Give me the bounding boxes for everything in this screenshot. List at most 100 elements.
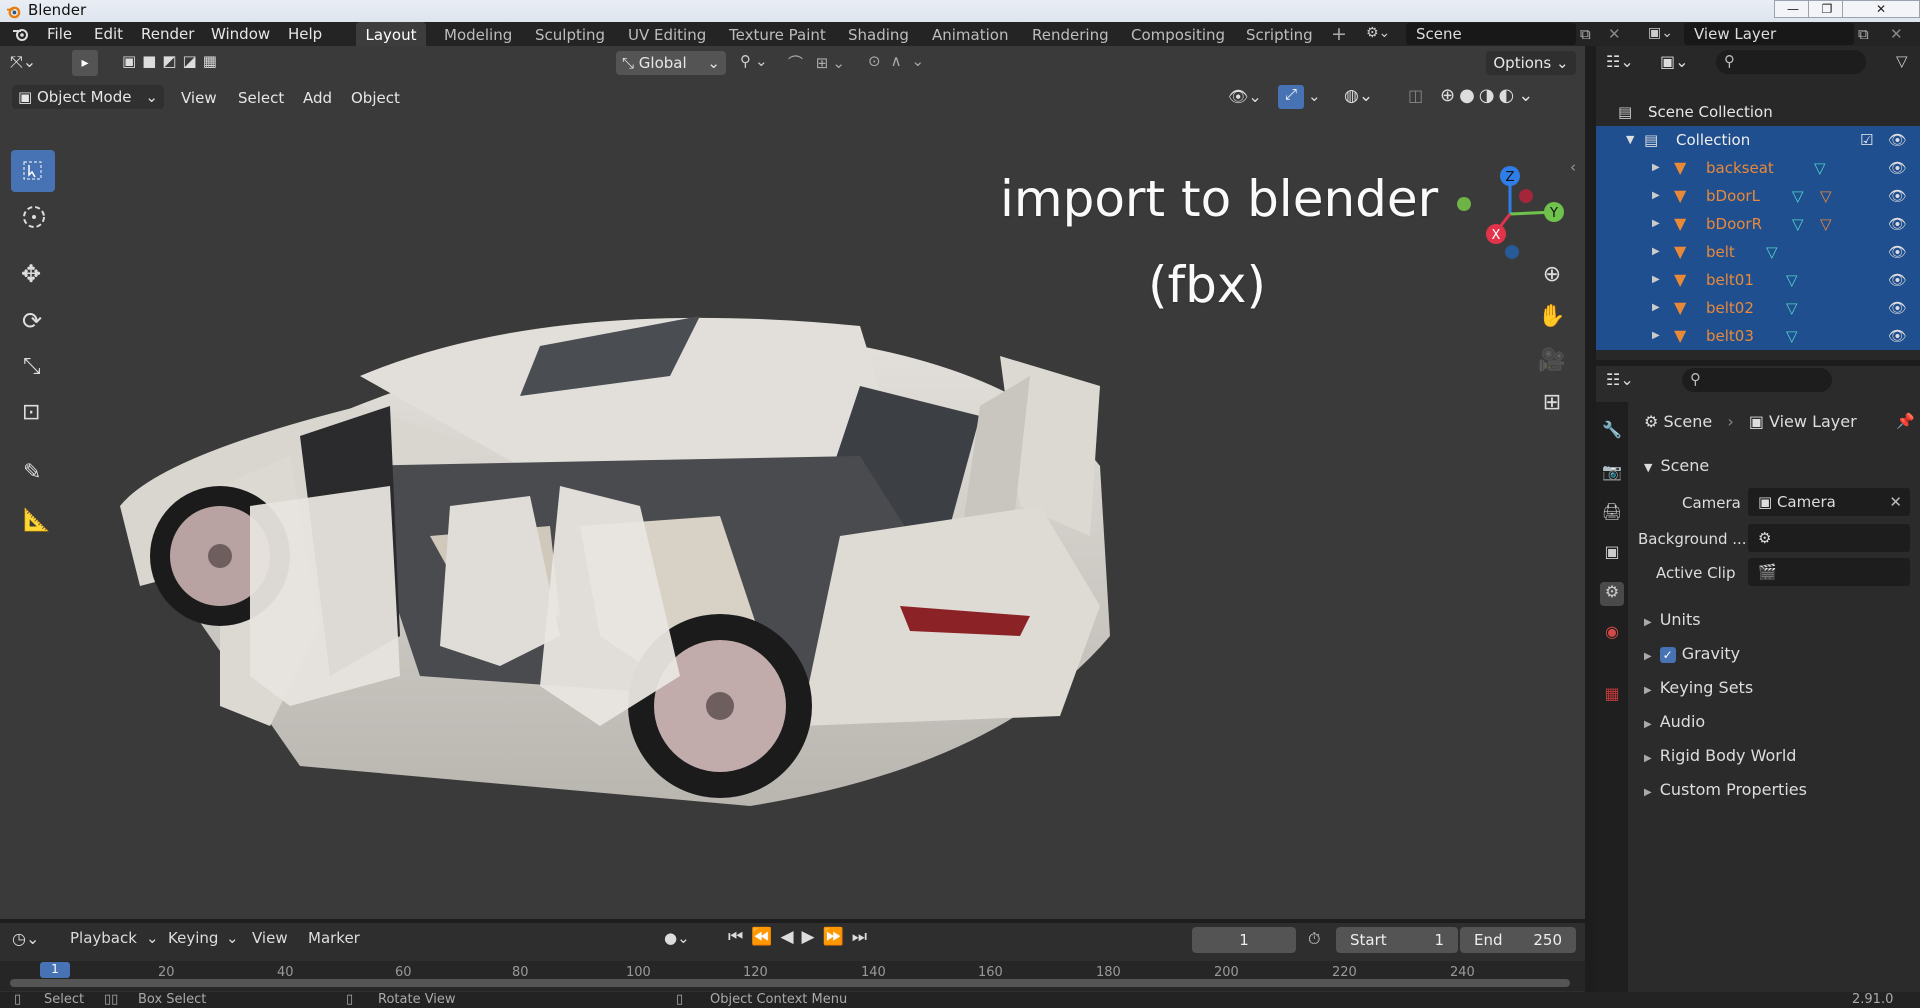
- scene-selector[interactable]: Scene: [1406, 23, 1576, 45]
- editor-type-icon[interactable]: ⤧⌄: [10, 52, 36, 72]
- audio-panel-header[interactable]: ▶ Audio: [1644, 712, 1705, 731]
- options-dropdown[interactable]: Options ⌄: [1486, 51, 1576, 75]
- eye-icon[interactable]: 👁: [1888, 294, 1907, 322]
- tab-uv-editing[interactable]: UV Editing: [628, 22, 706, 46]
- render-tab-icon[interactable]: 📷: [1600, 462, 1624, 486]
- outliner-row-collection[interactable]: ▼ ▤ Collection ☑ 👁: [1596, 126, 1920, 154]
- timeline-menu-marker[interactable]: Marker: [308, 929, 360, 947]
- record-icon[interactable]: ●⌄: [664, 929, 690, 947]
- playback-controls[interactable]: ⏮⏪◀▶⏩⏭: [728, 927, 875, 947]
- gizmo-toggle-icon[interactable]: ⤢: [1278, 85, 1304, 109]
- scene-panel-header[interactable]: ▼ Scene: [1644, 456, 1709, 475]
- tab-layout[interactable]: Layout: [356, 22, 426, 46]
- world-tab-icon[interactable]: ◉: [1600, 622, 1624, 646]
- add-workspace-icon[interactable]: +: [1331, 23, 1347, 45]
- texture-tab-icon[interactable]: ▦: [1600, 684, 1624, 708]
- tool-scale[interactable]: ⤡: [11, 348, 55, 390]
- viewport-menu-object[interactable]: Object: [351, 89, 400, 107]
- gravity-panel-header[interactable]: ▶ ✓ Gravity: [1644, 644, 1740, 663]
- viewport-menu-select[interactable]: Select: [238, 89, 284, 107]
- tool-rotate[interactable]: ⟳: [11, 302, 55, 344]
- eye-icon[interactable]: 👁: [1888, 238, 1907, 266]
- menu-file[interactable]: File: [47, 25, 72, 43]
- scene-tab-icon[interactable]: ⚙: [1600, 582, 1624, 606]
- xray-icon[interactable]: ◫: [1408, 86, 1423, 105]
- outliner-row-belt02[interactable]: ▶ ▼ belt02 ▽ 👁: [1596, 294, 1920, 322]
- camera-field[interactable]: ▣ Camera ✕: [1748, 488, 1910, 516]
- custom-properties-panel-header[interactable]: ▶ Custom Properties: [1644, 780, 1807, 799]
- outliner-row-backseat[interactable]: ▶ ▼ backseat ▽ 👁: [1596, 154, 1920, 182]
- visibility-icon[interactable]: 👁⌄: [1228, 87, 1262, 106]
- proportional-editing-icons[interactable]: ⊙∧⌄: [868, 52, 934, 70]
- timeline-menu-view[interactable]: View: [252, 929, 288, 947]
- outliner-display-mode-icon[interactable]: ▣⌄: [1660, 52, 1689, 71]
- properties-editor-type-icon[interactable]: ☷⌄: [1606, 370, 1634, 389]
- current-frame-field[interactable]: 1: [1192, 927, 1296, 953]
- outliner-row-bdoorl[interactable]: ▶ ▼ bDoorL ▽ ▽ 👁: [1596, 182, 1920, 210]
- 3d-viewport[interactable]: ⤧⌄ ▸ ▣■◩◪▦ ⤡ Global ⌄ ⚲⌄ ⌒ ⊞⌄ ⊙∧⌄ Options…: [0, 46, 1585, 919]
- tool-cursor[interactable]: [11, 196, 55, 238]
- tool-tab-icon[interactable]: 🔧: [1600, 420, 1624, 444]
- tool-measure[interactable]: 📐: [11, 502, 55, 544]
- tab-rendering[interactable]: Rendering: [1032, 22, 1109, 46]
- camera-view-icon[interactable]: 🎥: [1532, 348, 1572, 386]
- view-layer-browse-icon[interactable]: ▣⌄: [1648, 25, 1673, 41]
- rigid-body-world-panel-header[interactable]: ▶ Rigid Body World: [1644, 746, 1796, 765]
- minimize-button[interactable]: —: [1774, 0, 1812, 18]
- checkbox-icon[interactable]: ☑: [1860, 126, 1873, 154]
- maximize-button[interactable]: ❐: [1808, 0, 1846, 18]
- view-layer-selector[interactable]: View Layer: [1684, 23, 1854, 45]
- properties-search-input[interactable]: ⚲: [1682, 368, 1832, 392]
- timeline-scrollbar[interactable]: [10, 979, 1570, 987]
- viewport-menu-view[interactable]: View: [181, 89, 217, 107]
- transform-orientation-dropdown[interactable]: ⤡ Global ⌄: [616, 51, 726, 75]
- delete-scene-icon[interactable]: ✕: [1608, 25, 1621, 43]
- close-window-button[interactable]: ✕: [1842, 0, 1920, 18]
- menu-help[interactable]: Help: [288, 25, 322, 43]
- pin-icon[interactable]: 📌: [1896, 412, 1915, 430]
- eye-icon[interactable]: 👁: [1888, 126, 1907, 154]
- tab-shading[interactable]: Shading: [848, 22, 909, 46]
- delete-view-layer-icon[interactable]: ✕: [1890, 25, 1903, 43]
- object-mode-dropdown[interactable]: ▣ Object Mode ⌄: [12, 85, 164, 109]
- eye-icon[interactable]: 👁: [1888, 322, 1907, 350]
- keying-sets-panel-header[interactable]: ▶ Keying Sets: [1644, 678, 1753, 697]
- tab-animation[interactable]: Animation: [932, 22, 1008, 46]
- menu-window[interactable]: Window: [211, 25, 270, 43]
- select-tool-icon[interactable]: ▸: [72, 50, 98, 76]
- timeline-editor-type-icon[interactable]: ◷⌄: [12, 929, 39, 948]
- new-view-layer-icon[interactable]: ⧉: [1858, 25, 1869, 43]
- output-tab-icon[interactable]: 🖨: [1600, 502, 1624, 526]
- eye-icon[interactable]: 👁: [1888, 210, 1907, 238]
- filter-icon[interactable]: ▽: [1896, 52, 1908, 70]
- tab-compositing[interactable]: Compositing: [1131, 22, 1225, 46]
- outliner-row-belt[interactable]: ▶ ▼ belt ▽ 👁: [1596, 238, 1920, 266]
- menu-edit[interactable]: Edit: [94, 25, 123, 43]
- eye-icon[interactable]: 👁: [1888, 266, 1907, 294]
- viewport-menu-add[interactable]: Add: [303, 89, 332, 107]
- shading-mode-icons[interactable]: ⊕●◑◐⌄: [1440, 85, 1537, 106]
- tool-select-box[interactable]: [11, 150, 55, 192]
- playhead-frame-badge[interactable]: 1: [40, 962, 70, 978]
- blender-menu-icon[interactable]: [12, 26, 30, 42]
- tab-scripting[interactable]: Scripting: [1246, 22, 1313, 46]
- navigation-gizmo[interactable]: Z Y X: [1450, 156, 1570, 266]
- new-scene-icon[interactable]: ⧉: [1580, 25, 1591, 43]
- zoom-icon[interactable]: ⊕: [1532, 262, 1572, 300]
- tool-transform[interactable]: ⊡: [11, 394, 55, 436]
- units-panel-header[interactable]: ▶ Units: [1644, 610, 1701, 629]
- eye-icon[interactable]: 👁: [1888, 182, 1907, 210]
- scene-browse-icon[interactable]: ⚙⌄: [1366, 25, 1406, 45]
- background-scene-field[interactable]: ⚙: [1748, 524, 1910, 552]
- tab-texture-paint[interactable]: Texture Paint: [729, 22, 826, 46]
- tab-modeling[interactable]: Modeling: [444, 22, 512, 46]
- gravity-checkbox[interactable]: ✓: [1659, 647, 1676, 663]
- outliner-row-bdoorr[interactable]: ▶ ▼ bDoorR ▽ ▽ 👁: [1596, 210, 1920, 238]
- perspective-toggle-icon[interactable]: ⊞: [1532, 390, 1572, 428]
- sidebar-toggle-icon[interactable]: ‹: [1570, 158, 1576, 176]
- timeline-menu-playback[interactable]: Playback: [70, 929, 137, 947]
- tool-annotate[interactable]: ✎: [11, 454, 55, 496]
- tool-move[interactable]: ✥: [11, 254, 55, 296]
- preview-range-icon[interactable]: ⏱: [1308, 929, 1320, 949]
- view-layer-tab-icon[interactable]: ▣: [1600, 542, 1624, 566]
